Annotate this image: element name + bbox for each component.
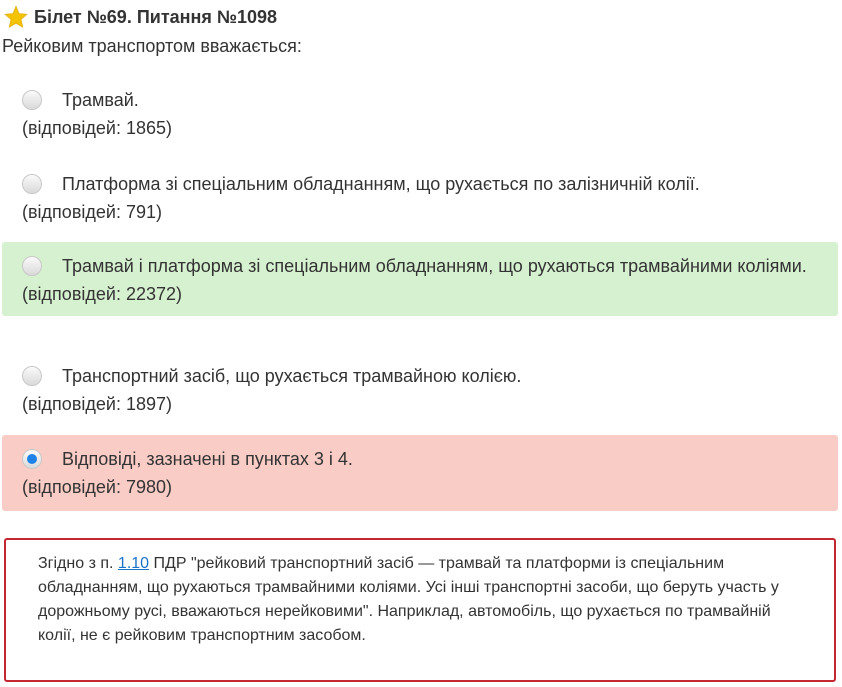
answer-count: (відповідей: 791) [22,202,162,222]
question-text: Рейковим транспортом вважається: [2,36,302,56]
answer-option-2[interactable]: Платформа зі спеціальним обладнанням, що… [2,170,838,226]
answer-option-1[interactable]: Трамвай. (відповідей: 1865) [2,86,838,142]
rule-link[interactable]: 1.10 [118,555,149,572]
radio-button-checked[interactable] [22,449,42,469]
answer-option-5[interactable]: Відповіді, зазначені в пунктах 3 і 4. (в… [2,435,838,511]
radio-button[interactable] [22,256,42,276]
answer-option-4[interactable]: Транспортний засіб, що рухається трамвай… [2,362,838,418]
explanation-text: ПДР "рейковий транспортний засіб — трамв… [38,555,779,644]
answer-count: (відповідей: 1865) [22,118,172,138]
answer-count: (відповідей: 22372) [22,284,182,304]
answer-text: Відповіді, зазначені в пунктах 3 і 4. [62,449,353,469]
radio-button[interactable] [22,174,42,194]
explanation-prefix: Згідно з п. [38,555,114,572]
answer-count: (відповідей: 7980) [22,477,172,497]
star-icon[interactable] [4,5,28,29]
answer-text: Платформа зі спеціальним обладнанням, що… [62,174,700,194]
answer-option-3[interactable]: Трамвай і платформа зі спеціальним облад… [2,242,838,316]
answer-text: Трамвай і платформа зі спеціальним облад… [62,256,807,276]
radio-button[interactable] [22,366,42,386]
ticket-title: Білет №69. Питання №1098 [34,6,277,27]
question-header: Білет №69. Питання №1098 [4,4,277,30]
answer-text: Транспортний засіб, що рухається трамвай… [62,366,522,386]
answer-count: (відповідей: 1897) [22,394,172,414]
answer-text: Трамвай. [62,90,139,110]
radio-button[interactable] [22,90,42,110]
explanation-box: Згідно з п. 1.10 ПДР "рейковий транспорт… [4,538,836,682]
